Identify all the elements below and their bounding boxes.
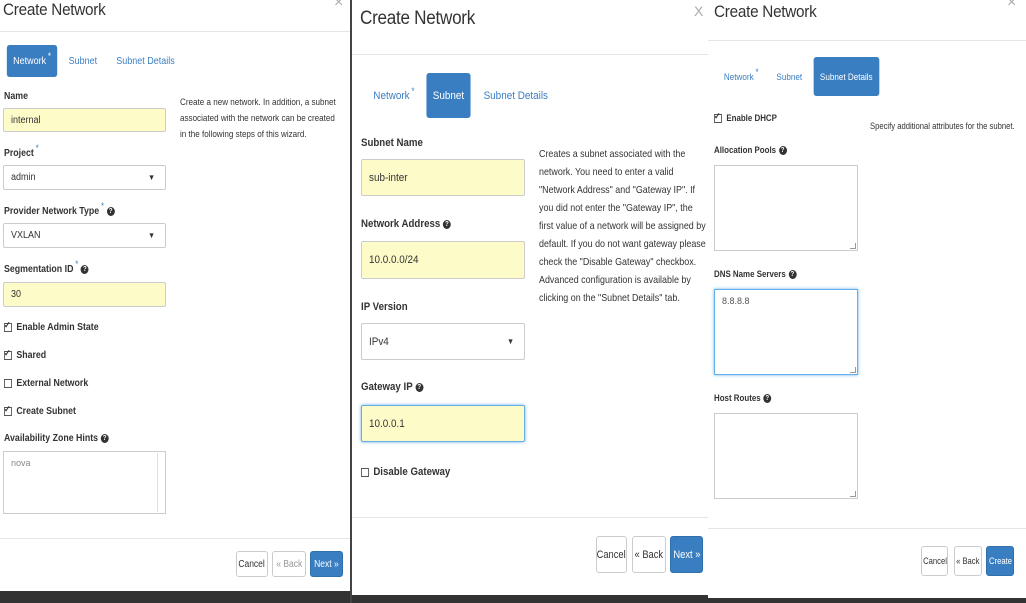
backdrop xyxy=(708,598,1026,603)
network-name-input[interactable]: internal xyxy=(3,108,166,132)
allocation-pools-textarea[interactable] xyxy=(714,165,858,251)
tab-network[interactable]: Network * xyxy=(6,45,58,77)
help-icon: ? xyxy=(763,394,772,404)
dialog-title: Create Network xyxy=(360,8,476,29)
shared-checkbox[interactable]: Shared xyxy=(4,348,46,361)
create-network-dialog-subnet-step: Create Network X Network * Subnet Subnet … xyxy=(350,0,710,603)
checkbox-icon xyxy=(4,404,12,416)
help-icon: ? xyxy=(788,270,797,280)
wizard-tabs: Network * Subnet Subnet Details xyxy=(4,45,185,77)
back-button[interactable]: « Back xyxy=(632,536,666,573)
tab-network[interactable]: Network * xyxy=(367,73,421,118)
host-routes-label: Host Routes? xyxy=(714,393,772,404)
help-icon: ? xyxy=(106,206,115,216)
checkbox-icon xyxy=(4,348,12,360)
create-network-dialog-subnet-details-step: Create Network × Network * Subnet Subnet … xyxy=(708,0,1026,603)
subnet-name-input[interactable]: sub-inter xyxy=(361,159,525,196)
back-button[interactable]: « Back xyxy=(954,546,982,576)
segmentation-id-input[interactable]: 30 xyxy=(3,282,166,307)
enable-admin-state-checkbox[interactable]: Enable Admin State xyxy=(4,320,99,333)
host-routes-textarea[interactable] xyxy=(714,413,858,499)
close-icon[interactable]: X xyxy=(694,3,703,19)
dialog-title: Create Network xyxy=(3,0,106,19)
next-button[interactable]: Next » xyxy=(670,536,703,573)
ip-version-label: IP Version xyxy=(361,301,408,313)
network-step-description: Create a new network. In addition, a sub… xyxy=(180,97,336,140)
back-button[interactable]: « Back xyxy=(272,551,306,577)
wizard-tabs: Network * Subnet Subnet Details xyxy=(364,73,558,118)
help-icon: ? xyxy=(415,382,424,392)
resize-handle-icon[interactable] xyxy=(850,243,856,249)
backdrop xyxy=(352,595,709,603)
create-network-dialog-network-step: Create Network × Network * Subnet Subnet … xyxy=(0,0,351,603)
checkbox-icon xyxy=(4,320,12,332)
checkbox-icon xyxy=(361,467,369,477)
resize-handle-icon[interactable] xyxy=(850,491,856,497)
project-select[interactable]: admin ▼ xyxy=(3,165,166,190)
disable-gateway-checkbox[interactable]: Disable Gateway xyxy=(361,466,450,478)
chevron-down-icon: ▼ xyxy=(148,231,156,240)
wizard-tabs: Network * Subnet Subnet Details xyxy=(715,57,883,96)
subnet-name-label: Subnet Name xyxy=(361,137,423,149)
provider-network-type-select[interactable]: VXLAN ▼ xyxy=(3,223,166,248)
tab-subnet[interactable]: Subnet xyxy=(426,73,471,118)
gateway-ip-label: Gateway IP? xyxy=(361,381,424,393)
checkbox-icon xyxy=(714,111,722,124)
dns-name-servers-label: DNS Name Servers? xyxy=(714,269,797,280)
help-icon: ? xyxy=(778,146,787,156)
close-icon[interactable]: × xyxy=(334,0,343,12)
close-icon[interactable]: × xyxy=(1007,0,1016,12)
scrollbar[interactable] xyxy=(157,453,164,512)
cancel-button[interactable]: Cancel xyxy=(921,546,948,576)
tab-subnet-details[interactable]: Subnet Details xyxy=(110,45,181,77)
enable-dhcp-checkbox[interactable]: Enable DHCP xyxy=(714,111,777,124)
project-label: Project * xyxy=(4,143,39,159)
help-icon: ? xyxy=(100,433,109,443)
cancel-button[interactable]: Cancel xyxy=(236,551,268,577)
availability-zone-hints-label: Availability Zone Hints? xyxy=(4,433,109,444)
chevron-down-icon: ▼ xyxy=(507,337,515,346)
cancel-button[interactable]: Cancel xyxy=(596,536,627,573)
subnet-details-description: Specify additional attributes for the su… xyxy=(870,121,1015,131)
tab-subnet-details[interactable]: Subnet Details xyxy=(813,57,879,96)
dialog-title: Create Network xyxy=(714,2,817,21)
provider-network-type-label: Provider Network Type *? xyxy=(4,201,115,217)
allocation-pools-label: Allocation Pools? xyxy=(714,145,787,156)
chevron-down-icon: ▼ xyxy=(148,173,156,182)
backdrop xyxy=(0,591,350,603)
external-network-checkbox[interactable]: External Network xyxy=(4,378,88,389)
checkbox-icon xyxy=(4,378,12,388)
network-address-input[interactable]: 10.0.0.0/24 xyxy=(361,241,525,279)
name-label: Name xyxy=(4,91,28,102)
ip-version-select[interactable]: IPv4 ▼ xyxy=(361,323,525,360)
tab-network[interactable]: Network * xyxy=(718,57,765,96)
tab-subnet-details[interactable]: Subnet Details xyxy=(477,73,554,118)
tab-subnet[interactable]: Subnet xyxy=(62,45,103,77)
resize-handle-icon[interactable] xyxy=(850,367,856,373)
availability-zone-hints-list[interactable]: nova xyxy=(3,451,166,514)
help-icon: ? xyxy=(80,264,89,274)
network-address-label: Network Address? xyxy=(361,218,451,230)
dns-name-servers-textarea[interactable]: 8.8.8.8 xyxy=(714,289,858,375)
create-button[interactable]: Create xyxy=(986,546,1014,576)
subnet-step-description: Creates a subnet associated with the net… xyxy=(539,148,706,304)
segmentation-id-label: Segmentation ID *? xyxy=(4,259,89,275)
create-subnet-checkbox[interactable]: Create Subnet xyxy=(4,404,76,417)
tab-subnet[interactable]: Subnet xyxy=(770,57,808,96)
next-button[interactable]: Next » xyxy=(310,551,343,577)
gateway-ip-input[interactable]: 10.0.0.1 xyxy=(361,405,525,442)
help-icon: ? xyxy=(442,219,451,229)
